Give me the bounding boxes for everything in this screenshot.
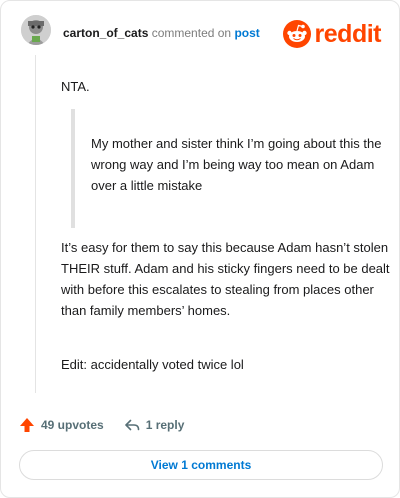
upvote-button[interactable]: 49 upvotes — [19, 417, 104, 433]
avatar[interactable] — [21, 15, 51, 45]
quoted-text: My mother and sister think I’m going abo… — [71, 109, 391, 228]
reddit-snoo-icon — [282, 20, 311, 48]
commented-on-text: commented on — [151, 26, 232, 40]
comment-header: carton_of_cats commented on post reddit — [1, 1, 399, 65]
comment-meta: carton_of_cats commented on post — [63, 26, 260, 40]
quoted-text-body: My mother and sister think I’m going abo… — [91, 136, 382, 193]
view-comments-label: View 1 comments — [150, 458, 252, 472]
comment-actions: 49 upvotes 1 reply — [19, 415, 184, 435]
reply-icon — [124, 419, 140, 431]
upvote-arrow-icon — [20, 418, 34, 432]
view-comments-button[interactable]: View 1 comments — [19, 450, 383, 480]
reddit-wordmark: reddit — [314, 20, 382, 48]
upvote-count: 49 upvotes — [41, 418, 104, 432]
comment-opening-text: NTA. — [61, 79, 90, 94]
reply-button[interactable]: 1 reply — [124, 417, 185, 433]
comment-edit-note: Edit: accidentally voted twice lol — [61, 357, 244, 372]
comment-card: carton_of_cats commented on post reddit … — [0, 0, 400, 498]
comment-opening: NTA. — [61, 77, 381, 97]
thread-line[interactable] — [35, 55, 36, 393]
comment-paragraph: It’s easy for them to say this because A… — [61, 240, 390, 318]
post-link[interactable]: post — [234, 26, 259, 40]
author-name[interactable]: carton_of_cats — [63, 26, 148, 40]
avatar-image — [21, 15, 51, 45]
reddit-logo[interactable]: reddit — [282, 20, 382, 48]
reply-count: 1 reply — [145, 418, 185, 432]
